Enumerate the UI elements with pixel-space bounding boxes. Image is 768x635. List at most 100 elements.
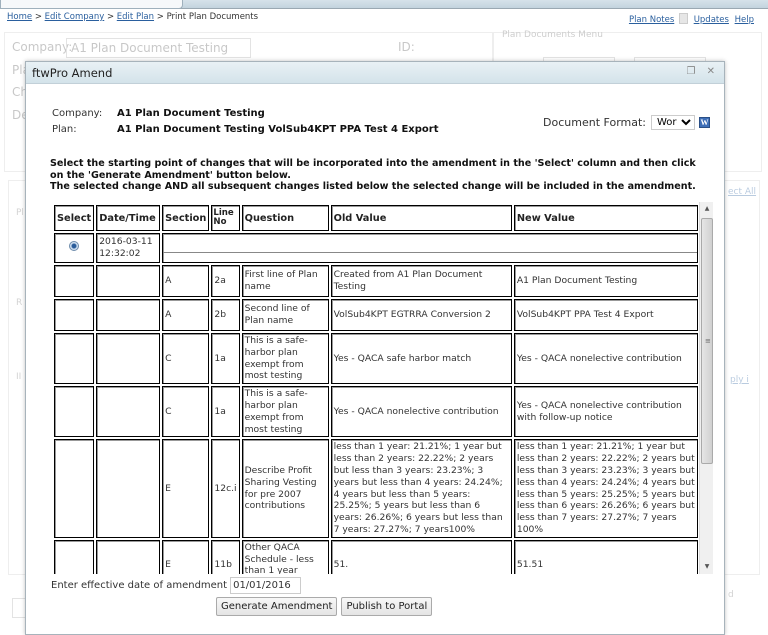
new-value-cell: A1 Plan Document Testing [513,265,698,297]
line-no-cell: 1a [211,333,240,385]
datetime-cell [96,333,161,385]
bg-select-all-link: ect All [728,187,757,197]
select-cell [54,233,95,263]
bg-pl-label: Pl [16,208,24,218]
document-format-label: Document Format: [543,116,646,129]
question-cell: First line of Plan name [241,265,329,297]
select-cell [54,539,95,574]
old-value-cell: VolSub4KPT EGTRRA Conversion 2 [330,299,512,331]
bg-id-label: ID: [398,40,415,54]
question-cell: Other QACA Schedule - less than 1 year (… [241,539,329,574]
effective-date: Enter effective date of amendment [51,577,302,594]
dialog-title: ftwPro Amend [32,66,113,80]
section-cell: C [162,333,210,385]
instructions-line-1: Select the starting point of changes tha… [50,158,696,181]
question-cell: Describe Profit Sharing Vesting for pre … [241,439,329,538]
plan-documents-menu-title: Plan Documents Menu [502,30,603,40]
effective-date-input[interactable] [230,577,302,594]
top-links: Plan Notes Updates Help [626,13,754,25]
scrollbar-thumb[interactable]: ≡ [701,218,713,464]
section-cell: E [162,539,210,574]
old-value-cell: Yes - QACA nonelective contribution [330,386,512,438]
change-group-row: 2016-03-11 12:32:02 [54,233,698,263]
old-value-cell: Yes - QACA safe harbor match [330,333,512,385]
dialog-titlebar[interactable]: ftwPro Amend ❐ ✕ [26,62,724,84]
new-value-cell: Yes - QACA nonelective contribution with… [513,386,698,438]
select-cell [54,265,95,297]
line-no-cell: 11b [211,539,240,574]
select-cell [54,299,95,331]
line-no-cell: 1a [211,386,240,438]
header-section: Section [162,205,210,231]
close-icon[interactable]: ✕ [707,66,715,77]
notes-icon[interactable] [678,13,688,24]
changes-table-scroll-area[interactable]: Select Date/Time Section Line No Questio… [52,203,716,574]
change-date: 2016-03-11 [99,236,153,248]
bg-d-label: d [728,590,734,600]
browser-tab[interactable] [0,0,183,9]
header-datetime: Date/Time [96,205,161,231]
section-cell: A [162,265,210,297]
table-row: E 11b Other QACA Schedule - less than 1 ye… [54,539,698,574]
breadcrumb-edit-plan[interactable]: Edit Plan [117,12,154,22]
company-label: Company: [52,108,103,119]
breadcrumb-separator: > [34,12,42,22]
browser-tab-strip [0,0,768,9]
old-value-cell: Created from A1 Plan Document Testing [330,265,512,297]
plan-info: Company: A1 Plan Document Testing Plan: … [52,108,439,140]
company-value: A1 Plan Document Testing [117,108,265,119]
datetime-cell [96,386,161,438]
line-no-cell: 2a [211,265,240,297]
scroll-up-arrow-icon[interactable]: ▲ [700,202,714,216]
new-value-cell: less than 1 year: 21.21%; 1 year but les… [513,439,698,538]
word-document-icon[interactable]: W [699,117,710,128]
scrollbar-grip-icon: ≡ [705,337,711,345]
changes-table: Select Date/Time Section Line No Questio… [52,203,700,574]
table-row: C 1a This is a safe-harbor plan exempt fro… [54,333,698,385]
select-cell [54,439,95,538]
header-new-value: New Value [513,205,698,231]
select-radio[interactable] [69,241,80,252]
select-cell [54,333,95,385]
breadcrumb-separator: > [156,12,164,22]
bg-r-label: R [16,298,23,308]
help-link[interactable]: Help [735,15,754,25]
generate-amendment-button[interactable]: Generate Amendment [216,597,338,616]
plan-notes-link[interactable]: Plan Notes [629,15,674,25]
line-no-cell: 2b [211,299,240,331]
table-scrollbar[interactable]: ▲ ≡ ▼ [699,202,713,574]
breadcrumb-edit-company[interactable]: Edit Company [45,12,105,22]
scroll-down-arrow-icon[interactable]: ▼ [700,560,714,574]
publish-to-portal-button[interactable]: Publish to Portal [341,597,433,616]
instructions: Select the starting point of changes tha… [50,158,710,193]
line-no-cell: 12c.i [211,439,240,538]
question-cell: Second line of Plan name [241,299,329,331]
section-cell: A [162,299,210,331]
restore-icon[interactable]: ❐ [686,66,695,77]
group-spacer-cell [162,233,698,263]
old-value-cell: less than 1 year: 21.21%; 1 year but les… [330,439,512,538]
document-format: Document Format: Word W [543,115,710,130]
new-value-cell: 51.51 [513,539,698,574]
question-cell: This is a safe-harbor plan exempt from m… [241,386,329,438]
old-value-cell: 51. [330,539,512,574]
question-cell: This is a safe-harbor plan exempt from m… [241,333,329,385]
breadcrumb-separator: > [106,12,115,22]
section-cell: C [162,386,210,438]
bg-apply-link: ply i [730,375,749,385]
document-format-select[interactable]: Word [651,115,695,130]
new-value-cell: Yes - QACA nonelective contribution [513,333,698,385]
action-buttons: Generate Amendment Publish to Portal [216,597,436,616]
header-question: Question [241,205,329,231]
datetime-cell [96,439,161,538]
table-row: A 2a First line of Plan name Created from A… [54,265,698,297]
breadcrumb-home[interactable]: Home [7,12,32,22]
table-header-row: Select Date/Time Section Line No Questio… [54,205,698,231]
breadcrumb-current: Print Plan Documents [166,12,259,22]
datetime-cell [96,299,161,331]
header-old-value: Old Value [330,205,512,231]
change-time: 12:32:02 [99,248,141,259]
updates-link[interactable]: Updates [694,15,729,25]
bg-company-select: A1 Plan Document Testing [66,38,251,58]
section-cell: E [162,439,210,538]
